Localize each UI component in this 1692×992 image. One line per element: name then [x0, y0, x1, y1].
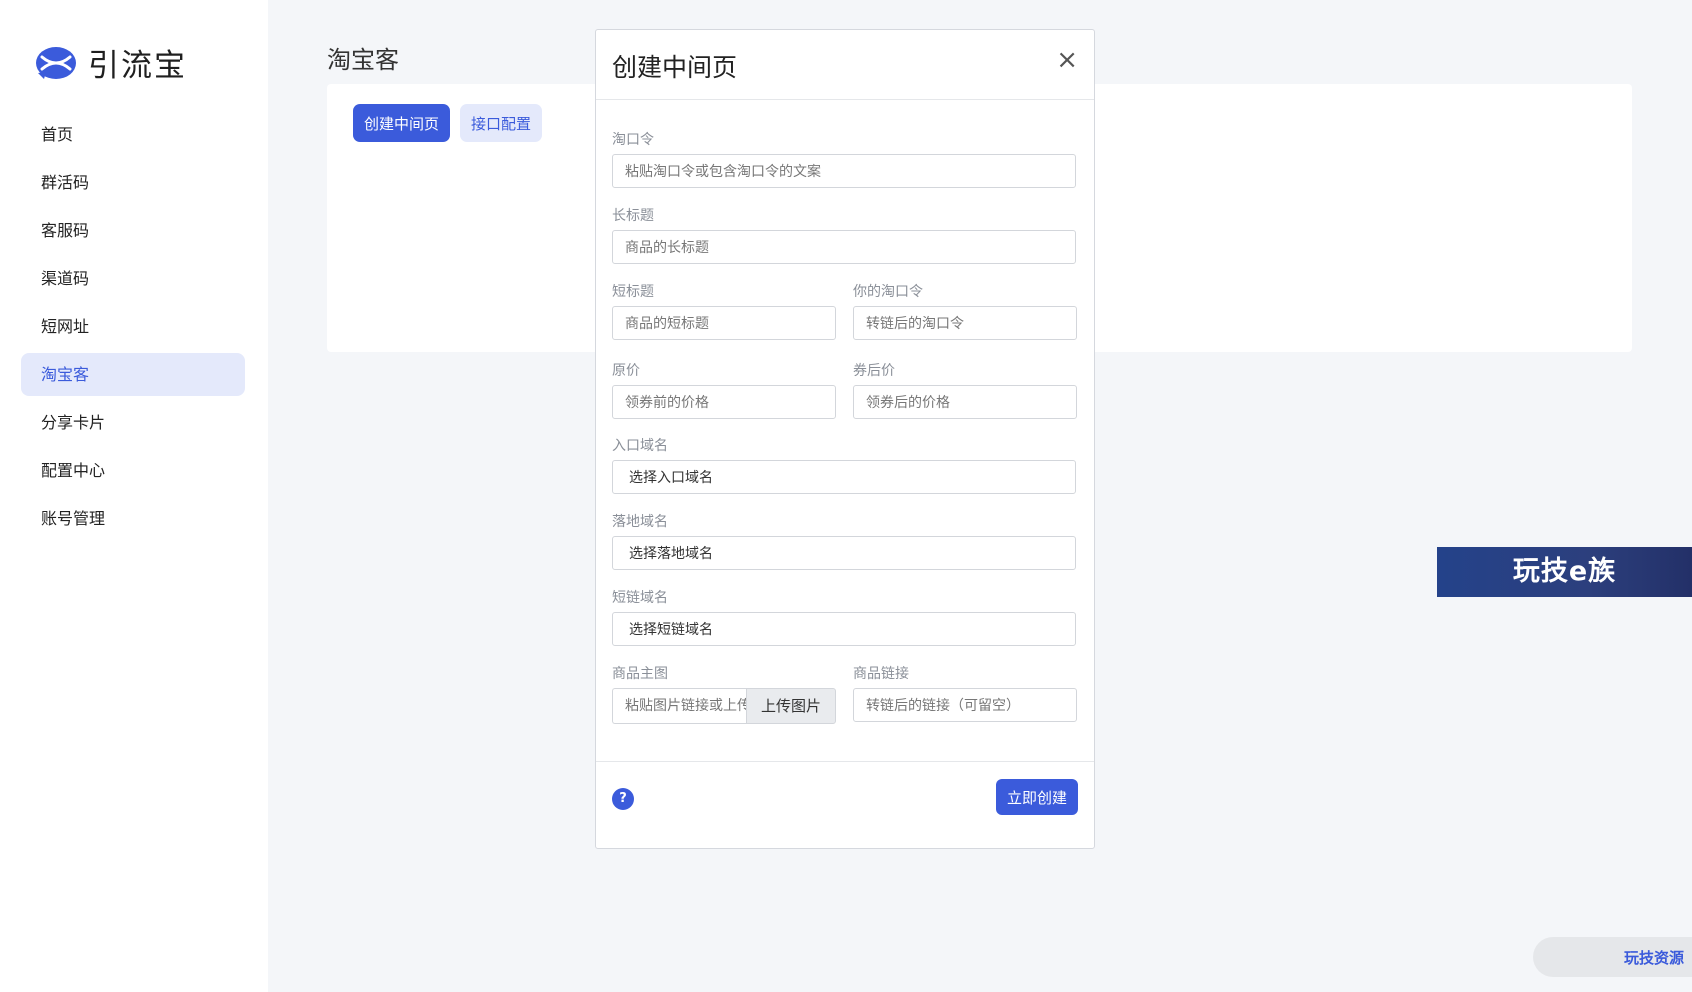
- product-link-field: 商品链接 转链后的链接（可留空）: [853, 664, 1077, 722]
- bottom-badge-label: 玩技资源: [1623, 949, 1684, 967]
- page-title: 淘宝客: [327, 46, 399, 74]
- api-config-button[interactable]: 接口配置: [460, 104, 542, 142]
- sidebar-item-taobaoke[interactable]: 淘宝客: [21, 353, 245, 396]
- main-image-input-group: 粘贴图片链接或上传 上传图片: [612, 688, 836, 724]
- sidebar-item-service-qrcode[interactable]: 客服码: [21, 209, 245, 252]
- main-image-url-input[interactable]: 粘贴图片链接或上传: [612, 688, 746, 724]
- entry-domain-field: 入口域名 选择入口域名: [612, 436, 1076, 494]
- coupon-price-input[interactable]: 领券后的价格: [853, 385, 1077, 419]
- modal-header: 创建中间页 ×: [596, 30, 1094, 100]
- modal-title: 创建中间页: [612, 53, 738, 82]
- your-taokouling-label: 你的淘口令: [853, 284, 923, 300]
- sidebar-item-account[interactable]: 账号管理: [21, 497, 245, 540]
- original-price-label: 原价: [612, 363, 640, 379]
- main-image-label: 商品主图: [612, 666, 668, 682]
- original-price-field: 原价 领券前的价格: [612, 361, 836, 419]
- help-icon[interactable]: ?: [612, 788, 634, 810]
- taokouling-field: 淘口令 粘贴淘口令或包含淘口令的文案: [612, 130, 1076, 188]
- entry-domain-select[interactable]: 选择入口域名: [612, 460, 1076, 494]
- sidebar-nav: 首页 群活码 客服码 渠道码 短网址 淘宝客 分享卡片 配置中心 账号管理: [21, 113, 245, 545]
- landing-domain-field: 落地域名 选择落地域名: [612, 512, 1076, 570]
- sidebar: 引流宝 首页 群活码 客服码 渠道码 短网址 淘宝客 分享卡片 配置中心 账号管…: [0, 0, 268, 992]
- app-logo-icon: [36, 46, 76, 79]
- create-page-modal: 创建中间页 × 淘口令 粘贴淘口令或包含淘口令的文案 长标题 商品的长标题 短标…: [595, 29, 1095, 849]
- short-domain-label: 短链域名: [612, 590, 668, 606]
- short-domain-select[interactable]: 选择短链域名: [612, 612, 1076, 646]
- sidebar-item-share-card[interactable]: 分享卡片: [21, 401, 245, 444]
- coupon-price-field: 券后价 领券后的价格: [853, 361, 1077, 419]
- close-icon[interactable]: ×: [1056, 47, 1078, 73]
- product-link-input[interactable]: 转链后的链接（可留空）: [853, 688, 1077, 722]
- logo[interactable]: 引流宝: [36, 40, 187, 85]
- short-title-field: 短标题 商品的短标题: [612, 282, 836, 340]
- sidebar-item-channel-qrcode[interactable]: 渠道码: [21, 257, 245, 300]
- taokouling-label: 淘口令: [612, 132, 654, 148]
- short-title-input[interactable]: 商品的短标题: [612, 306, 836, 340]
- landing-domain-select[interactable]: 选择落地域名: [612, 536, 1076, 570]
- create-now-button[interactable]: 立即创建: [996, 779, 1078, 815]
- sidebar-item-group-qrcode[interactable]: 群活码: [21, 161, 245, 204]
- landing-domain-label: 落地域名: [612, 514, 668, 530]
- watermark-banner: 玩技e族: [1437, 547, 1692, 597]
- sidebar-item-config-center[interactable]: 配置中心: [21, 449, 245, 492]
- taokouling-input[interactable]: 粘贴淘口令或包含淘口令的文案: [612, 154, 1076, 188]
- entry-domain-label: 入口域名: [612, 438, 668, 454]
- short-title-label: 短标题: [612, 284, 654, 300]
- short-domain-field: 短链域名 选择短链域名: [612, 588, 1076, 646]
- upload-image-button[interactable]: 上传图片: [746, 688, 836, 724]
- long-title-input[interactable]: 商品的长标题: [612, 230, 1076, 264]
- your-taokouling-field: 你的淘口令 转链后的淘口令: [853, 282, 1077, 340]
- modal-footer: ? 立即创建: [596, 761, 1094, 848]
- coupon-price-label: 券后价: [853, 363, 895, 379]
- bottom-badge[interactable]: 玩技资源: [1533, 937, 1692, 977]
- original-price-input[interactable]: 领券前的价格: [612, 385, 836, 419]
- your-taokouling-input[interactable]: 转链后的淘口令: [853, 306, 1077, 340]
- product-link-label: 商品链接: [853, 666, 909, 682]
- long-title-field: 长标题 商品的长标题: [612, 206, 1076, 264]
- create-page-button[interactable]: 创建中间页: [353, 104, 450, 142]
- sidebar-item-home[interactable]: 首页: [21, 113, 245, 156]
- main-image-field: 商品主图 粘贴图片链接或上传 上传图片: [612, 664, 836, 724]
- sidebar-item-short-url[interactable]: 短网址: [21, 305, 245, 348]
- long-title-label: 长标题: [612, 208, 654, 224]
- app-name: 引流宝: [88, 48, 187, 84]
